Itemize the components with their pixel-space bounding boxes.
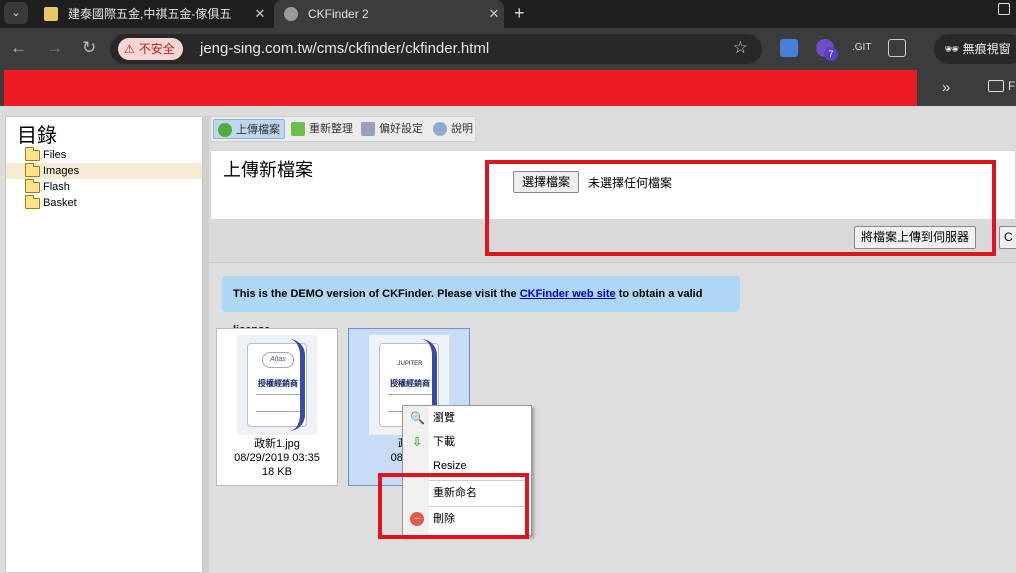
git-extension-icon[interactable]: .GIT: [852, 39, 871, 57]
refresh-button[interactable]: 重新整理: [287, 119, 355, 139]
menu-item-view[interactable]: 🔍 瀏覽: [403, 406, 531, 430]
new-tab-button[interactable]: +: [514, 4, 525, 22]
folder-label: Flash: [43, 181, 70, 193]
site-favicon-icon: [44, 7, 58, 21]
ribbon-graphic: [289, 339, 305, 431]
folder-label: Basket: [43, 197, 77, 209]
folder-item-flash[interactable]: Flash: [6, 179, 202, 195]
incognito-indicator[interactable]: 🕶 無痕視窗: [934, 34, 1016, 64]
window-restore-icon[interactable]: [998, 3, 1010, 15]
help-button[interactable]: 說明: [429, 119, 475, 139]
folder-item-images[interactable]: Images: [6, 163, 202, 179]
refresh-icon: [291, 122, 305, 136]
bookmarks-folder-label[interactable]: F: [1008, 79, 1015, 93]
file-date: 08/29/2019 03:35: [234, 452, 320, 464]
browser-toolbar: ← → ↻ ⚠ 不安全 jeng-sing.com.tw/cms/ckfinde…: [0, 28, 1016, 70]
file-thumbnail[interactable]: Altas 授權經銷商 政新1.jpg 08/29/2019 03:35 18 …: [216, 328, 338, 486]
extension-badge: 7: [824, 47, 838, 61]
bookmark-banner: [4, 70, 917, 106]
warning-icon: ⚠: [124, 42, 135, 56]
more-bookmarks-icon[interactable]: »: [942, 79, 950, 96]
help-label: 說明: [451, 123, 473, 135]
tab-search-button[interactable]: ⌄: [4, 2, 28, 24]
folder-item-files[interactable]: Files: [6, 147, 202, 163]
puzzle-extensions-icon[interactable]: [888, 39, 906, 57]
security-chip[interactable]: ⚠ 不安全: [118, 38, 183, 60]
help-icon: [433, 122, 447, 136]
folder-icon: [25, 179, 40, 193]
back-arrow-icon[interactable]: ←: [10, 38, 27, 58]
browser-tab-active[interactable]: CKFinder 2 ✕: [274, 0, 504, 28]
folder-icon: [25, 195, 40, 209]
reload-icon[interactable]: ↻: [82, 38, 96, 58]
highlight-box-menu: [378, 473, 529, 539]
upload-label: 上傳檔案: [236, 124, 280, 136]
ckfinder-toolbar: 上傳檔案 重新整理 偏好設定 說明: [210, 116, 476, 142]
address-bar[interactable]: ⚠ 不安全 jeng-sing.com.tw/cms/ckfinder/ckfi…: [110, 34, 762, 64]
cancel-button[interactable]: C: [999, 226, 1016, 249]
upload-button[interactable]: 上傳檔案: [213, 119, 285, 139]
extension-icon[interactable]: 7: [816, 39, 838, 61]
folder-icon: [25, 163, 40, 177]
folder-tree-panel: 目錄 Files Images Flash Basket: [5, 116, 203, 573]
globe-icon: [284, 7, 298, 21]
menu-item-label: 瀏覽: [433, 412, 455, 424]
highlight-box-upload: [485, 160, 996, 256]
close-tab-icon[interactable]: ✕: [250, 6, 270, 22]
folder-label: Files: [43, 149, 67, 161]
incognito-icon: 🕶: [944, 42, 960, 56]
download-arrow-icon: ⇩: [411, 435, 423, 449]
menu-item-download[interactable]: ⇩ 下載: [403, 430, 531, 454]
menu-item-label: 下載: [433, 436, 455, 448]
file-preview-image: Altas 授權經銷商: [237, 335, 317, 435]
browser-tab-strip: ⌄ 建泰國際五金,中祺五金-傢俱五 ✕ CKFinder 2 ✕ +: [0, 0, 1016, 28]
browser-tab[interactable]: 建泰國際五金,中祺五金-傢俱五 ✕: [34, 0, 270, 28]
incognito-label: 無痕視窗: [962, 42, 1011, 56]
settings-button[interactable]: 偏好設定: [357, 119, 427, 139]
translate-extension-icon[interactable]: [780, 39, 798, 57]
magnifier-icon: 🔍: [410, 411, 425, 425]
demo-notice-text: This is the DEMO version of CKFinder. Pl…: [233, 288, 520, 300]
menu-item-label: Resize: [433, 460, 467, 472]
bookmark-bar: » F: [0, 70, 1016, 106]
url-text[interactable]: jeng-sing.com.tw/cms/ckfinder/ckfinder.h…: [200, 40, 489, 58]
ckfinder-website-link[interactable]: CKFinder web site: [520, 288, 616, 300]
folder-label: Images: [43, 165, 80, 177]
folder-icon[interactable]: [988, 80, 1004, 92]
folder-item-basket[interactable]: Basket: [6, 195, 202, 211]
wrench-icon: [361, 122, 375, 136]
file-name: 政新1.jpg: [254, 438, 300, 450]
upload-panel-title: 上傳新檔案: [223, 160, 313, 181]
file-size: 18 KB: [262, 466, 292, 478]
tab-title: CKFinder 2: [308, 7, 369, 21]
demo-notice: This is the DEMO version of CKFinder. Pl…: [222, 276, 740, 336]
bookmark-star-icon[interactable]: ☆: [733, 38, 748, 58]
panel-splitter[interactable]: [203, 116, 209, 573]
upload-plus-icon: [218, 123, 232, 137]
settings-label: 偏好設定: [379, 123, 423, 135]
file-caption: 政新1.jpg 08/29/2019 03:35 18 KB: [217, 437, 337, 479]
close-tab-icon[interactable]: ✕: [484, 6, 504, 22]
files-pane: This is the DEMO version of CKFinder. Pl…: [210, 262, 1016, 573]
folder-tree-title: 目錄: [17, 123, 57, 147]
tab-title: 建泰國際五金,中祺五金-傢俱五: [68, 7, 232, 21]
forward-arrow-icon[interactable]: →: [46, 38, 63, 58]
folder-icon: [25, 147, 40, 161]
refresh-label: 重新整理: [309, 123, 353, 135]
security-label: 不安全: [138, 42, 175, 56]
